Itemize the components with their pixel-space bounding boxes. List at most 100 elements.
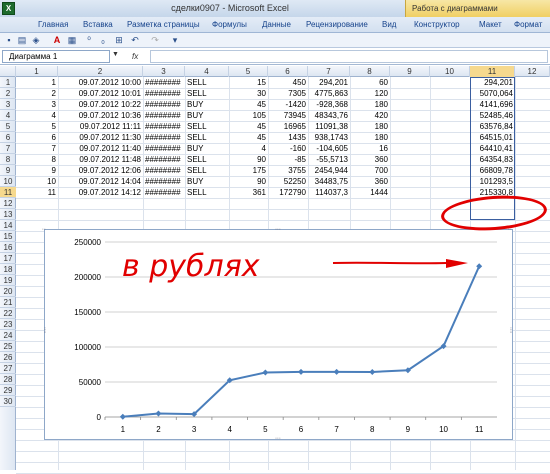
table-cell[interactable]	[432, 165, 468, 176]
table-cell[interactable]: ########	[145, 187, 183, 198]
table-cell[interactable]: BUY	[187, 143, 227, 154]
table-cell[interactable]: 4	[231, 143, 266, 154]
data-point[interactable]	[155, 410, 162, 417]
table-cell[interactable]: 700	[352, 165, 388, 176]
table-cell[interactable]: 6	[18, 132, 56, 143]
excel-icon[interactable]: X	[2, 2, 15, 15]
table-cell[interactable]: 09.07.2012 11:11	[60, 121, 141, 132]
customize-toolbar-icon[interactable]: ▾	[170, 35, 180, 45]
table-cell[interactable]: SELL	[187, 77, 227, 88]
row-header[interactable]: 20	[0, 286, 16, 297]
row-header[interactable]: 3	[0, 99, 16, 110]
table-cell[interactable]: 16	[352, 143, 388, 154]
row-header[interactable]: 9	[0, 165, 16, 176]
table-cell[interactable]: -55,5713	[310, 154, 348, 165]
row-header[interactable]: 21	[0, 297, 16, 308]
table-cell[interactable]	[392, 132, 428, 143]
table-cell[interactable]: 09.07.2012 11:40	[60, 143, 141, 154]
table-cell[interactable]: 45	[231, 132, 266, 143]
table-cell[interactable]: 294,201	[310, 77, 348, 88]
table-cell[interactable]	[392, 99, 428, 110]
table-cell[interactable]	[432, 121, 468, 132]
tab-data[interactable]: Данные	[262, 17, 291, 33]
table-cell[interactable]: 09.07.2012 11:48	[60, 154, 141, 165]
row-header[interactable]: 8	[0, 154, 16, 165]
table-cell[interactable]: ########	[145, 99, 183, 110]
insert-function-icon[interactable]: fx	[132, 50, 150, 63]
column-header[interactable]: 10	[430, 66, 470, 77]
column-header[interactable]: 1	[16, 66, 58, 77]
table-cell[interactable]: 2	[18, 88, 56, 99]
table-cell[interactable]: ########	[145, 77, 183, 88]
table-cell[interactable]	[432, 187, 468, 198]
table-cell[interactable]: 09.07.2012 11:30	[60, 132, 141, 143]
tab-review[interactable]: Рецензирование	[306, 17, 368, 33]
tab-view[interactable]: Вид	[382, 17, 396, 33]
table-cell[interactable]: 15	[231, 77, 266, 88]
row-header[interactable]: 28	[0, 374, 16, 385]
row-header[interactable]: 18	[0, 264, 16, 275]
row-header[interactable]: 29	[0, 385, 16, 396]
table-cell[interactable]	[432, 143, 468, 154]
table-cell[interactable]: 1444	[352, 187, 388, 198]
table-cell[interactable]: 4775,863	[310, 88, 348, 99]
row-header[interactable]: 25	[0, 341, 16, 352]
table-cell[interactable]	[432, 132, 468, 143]
table-cell[interactable]: 09.07.2012 10:36	[60, 110, 141, 121]
row-header[interactable]: 17	[0, 253, 16, 264]
table-cell[interactable]	[392, 165, 428, 176]
paint-bucket-icon[interactable]: ◈	[31, 35, 41, 45]
table-cell[interactable]: 2454,944	[310, 165, 348, 176]
table-cell[interactable]: ########	[145, 154, 183, 165]
table-cell[interactable]: 172790	[270, 187, 306, 198]
table-cell[interactable]	[392, 154, 428, 165]
redo-icon[interactable]: ↷	[150, 35, 160, 45]
table-cell[interactable]: 11	[18, 187, 56, 198]
row-header[interactable]: 1	[0, 77, 16, 88]
column-header[interactable]: 7	[308, 66, 350, 77]
table-cell[interactable]: 114037,3	[310, 187, 348, 198]
table-cell[interactable]: BUY	[187, 110, 227, 121]
tab-page-layout[interactable]: Разметка страницы	[127, 17, 200, 33]
table-cell[interactable]: 105	[231, 110, 266, 121]
table-cell[interactable]: 8	[18, 154, 56, 165]
table-cell[interactable]: SELL	[187, 88, 227, 99]
formula-input[interactable]	[150, 50, 548, 63]
table-cell[interactable]: 420	[352, 110, 388, 121]
name-box[interactable]: Диаграмма 1	[2, 50, 110, 63]
row-header[interactable]: 19	[0, 275, 16, 286]
row-header[interactable]: 30	[0, 396, 16, 407]
table-cell[interactable]: 180	[352, 121, 388, 132]
row-header[interactable]: 2	[0, 88, 16, 99]
column-header[interactable]: 2	[58, 66, 143, 77]
table-cell[interactable]: -104,605	[310, 143, 348, 154]
table-cell[interactable]: 48343,76	[310, 110, 348, 121]
table-cell[interactable]: 3	[18, 99, 56, 110]
column-header[interactable]: 12	[515, 66, 550, 77]
table-cell[interactable]: 450	[270, 77, 306, 88]
table-cell[interactable]: SELL	[187, 121, 227, 132]
table-cell[interactable]: SELL	[187, 187, 227, 198]
table-cell[interactable]	[392, 77, 428, 88]
column-header[interactable]: 11	[470, 66, 515, 77]
table-cell[interactable]	[432, 176, 468, 187]
row-header[interactable]: 14	[0, 220, 16, 231]
table-cell[interactable]	[392, 143, 428, 154]
table-cell[interactable]: 45	[231, 121, 266, 132]
column-header[interactable]: 6	[268, 66, 308, 77]
tab-layout[interactable]: Макет	[479, 17, 502, 33]
table-cell[interactable]: 09.07.2012 10:01	[60, 88, 141, 99]
print-icon[interactable]: ▤	[17, 35, 27, 45]
row-header[interactable]: 12	[0, 198, 16, 209]
data-point[interactable]	[298, 368, 304, 375]
table-cell[interactable]	[392, 88, 428, 99]
table-cell[interactable]	[432, 110, 468, 121]
table-cell[interactable]: 360	[352, 176, 388, 187]
table-cell[interactable]: 1	[18, 77, 56, 88]
table-cell[interactable]	[432, 154, 468, 165]
table-cell[interactable]: 7	[18, 143, 56, 154]
table-cell[interactable]	[432, 88, 468, 99]
table-cell[interactable]: 120	[352, 88, 388, 99]
column-header[interactable]: 9	[390, 66, 430, 77]
table-cell[interactable]: ########	[145, 143, 183, 154]
